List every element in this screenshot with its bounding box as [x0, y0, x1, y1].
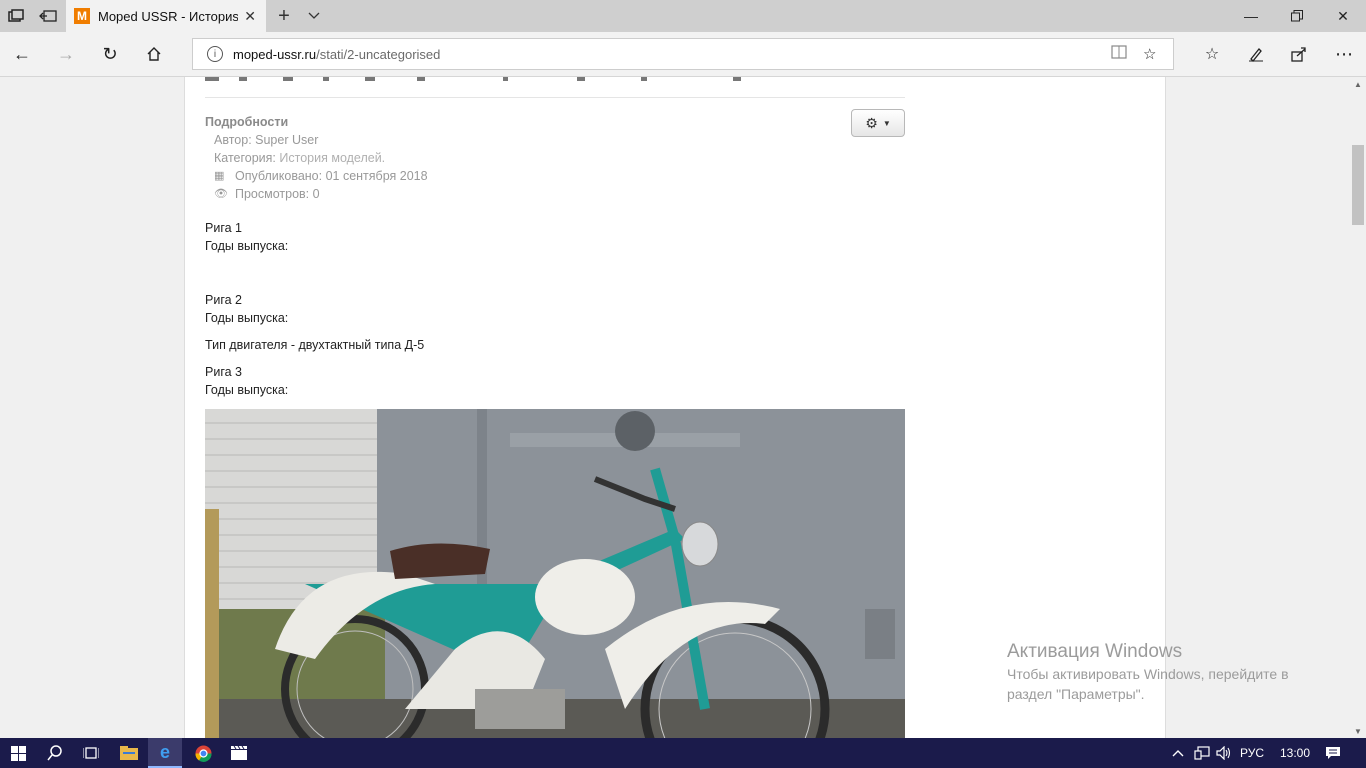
category-row: Категория: История моделей. [214, 149, 386, 167]
back-button[interactable]: ← [0, 32, 44, 76]
task-view-icon[interactable] [74, 738, 108, 768]
favorite-star-icon[interactable]: ☆ [1143, 45, 1156, 63]
divider [205, 97, 905, 98]
action-center-icon[interactable] [1318, 738, 1348, 768]
close-window-button[interactable]: ✕ [1320, 0, 1366, 32]
paragraph-riga1: Рига 1 Годы выпуска: [205, 221, 289, 253]
language-indicator[interactable]: РУС [1240, 738, 1264, 768]
url-text: moped-ussr.ru/stati/2-uncategorised [233, 46, 441, 62]
chrome-icon[interactable] [186, 738, 220, 768]
share-icon[interactable] [1277, 32, 1321, 76]
gear-icon: ⚙ [865, 114, 878, 131]
category-link[interactable]: История моделей. [279, 149, 385, 167]
forward-button[interactable]: → [44, 32, 88, 76]
clock[interactable]: 13:00 [1280, 738, 1310, 768]
calendar-icon: ▦ [214, 170, 225, 182]
eye-icon: 👁 [214, 188, 228, 200]
home-button[interactable] [132, 32, 176, 76]
author-row: Автор: Super User [214, 133, 319, 147]
site-favicon: M [74, 8, 90, 24]
web-note-icon[interactable] [1234, 32, 1278, 76]
refresh-button[interactable]: ↻ [88, 32, 132, 76]
tab-bar: M Moped USSR - Историs ✕ + — ✕ [0, 0, 1366, 32]
start-windows-icon[interactable] [0, 738, 36, 768]
reading-view-icon[interactable] [1111, 45, 1127, 63]
more-menu-icon[interactable]: ⋯ [1322, 32, 1366, 76]
page-viewport: ⚙ ▼ Подробности Автор: Super User Категор… [0, 77, 1350, 738]
scrollbar-thumb[interactable] [1352, 145, 1364, 225]
set-tabs-aside-icon[interactable] [32, 0, 64, 32]
site-info-icon[interactable]: i [207, 46, 223, 62]
close-tab-icon[interactable]: ✕ [244, 8, 256, 25]
scroll-down-icon[interactable]: ▼ [1350, 724, 1366, 738]
article-details: Подробности Автор: Super User Категория:… [205, 113, 428, 203]
file-explorer-icon[interactable] [112, 738, 146, 768]
vertical-scrollbar[interactable]: ▲ ▼ [1350, 77, 1366, 738]
minimize-button[interactable]: — [1228, 0, 1274, 32]
restore-button[interactable] [1274, 0, 1320, 32]
new-tab-button[interactable]: + [272, 0, 296, 32]
paragraph-riga2: Рига 2 Годы выпуска: [205, 293, 289, 325]
network-icon[interactable] [1192, 738, 1212, 768]
paragraph-riga3: Рига 3 Годы выпуска: [205, 365, 289, 397]
article-title-cutoff [205, 77, 745, 83]
views-row: 👁 Просмотров: 0 [214, 187, 320, 201]
show-hidden-icons-chevron-icon[interactable] [1168, 738, 1188, 768]
moped-photo [205, 409, 905, 738]
favorites-hub-icon[interactable]: ☆ [1190, 32, 1234, 76]
article-container: ⚙ ▼ Подробности Автор: Super User Категор… [184, 77, 1166, 738]
tab-actions-icon[interactable] [0, 0, 32, 32]
nav-bar: ← → ↻ i moped-ussr.ru/stati/2-uncategori… [0, 32, 1366, 77]
caret-down-icon: ▼ [882, 118, 891, 128]
details-heading: Подробности [205, 115, 289, 129]
tab-active[interactable]: M Moped USSR - Историs ✕ [66, 0, 266, 32]
published-row: ▦ Опубликовано: 01 сентября 2018 [214, 169, 428, 183]
taskbar: e РУС 13:00 [0, 738, 1366, 768]
edge-taskbar-icon[interactable]: e [148, 738, 182, 768]
activation-watermark: Активация Windows Чтобы активировать Win… [1007, 641, 1289, 702]
tab-preview-chevron-icon[interactable] [302, 0, 326, 32]
article-tools-button[interactable]: ⚙ ▼ [851, 109, 905, 137]
paragraph-engine: Тип двигателя - двухтактный типа Д-5 [205, 338, 425, 352]
scroll-up-icon[interactable]: ▲ [1350, 77, 1366, 91]
tab-title: Moped USSR - Историs [98, 8, 238, 24]
search-icon[interactable] [38, 738, 72, 768]
video-editor-icon[interactable] [222, 738, 256, 768]
address-bar[interactable]: i moped-ussr.ru/stati/2-uncategorised ☆ [192, 38, 1174, 70]
volume-icon[interactable] [1214, 738, 1234, 768]
